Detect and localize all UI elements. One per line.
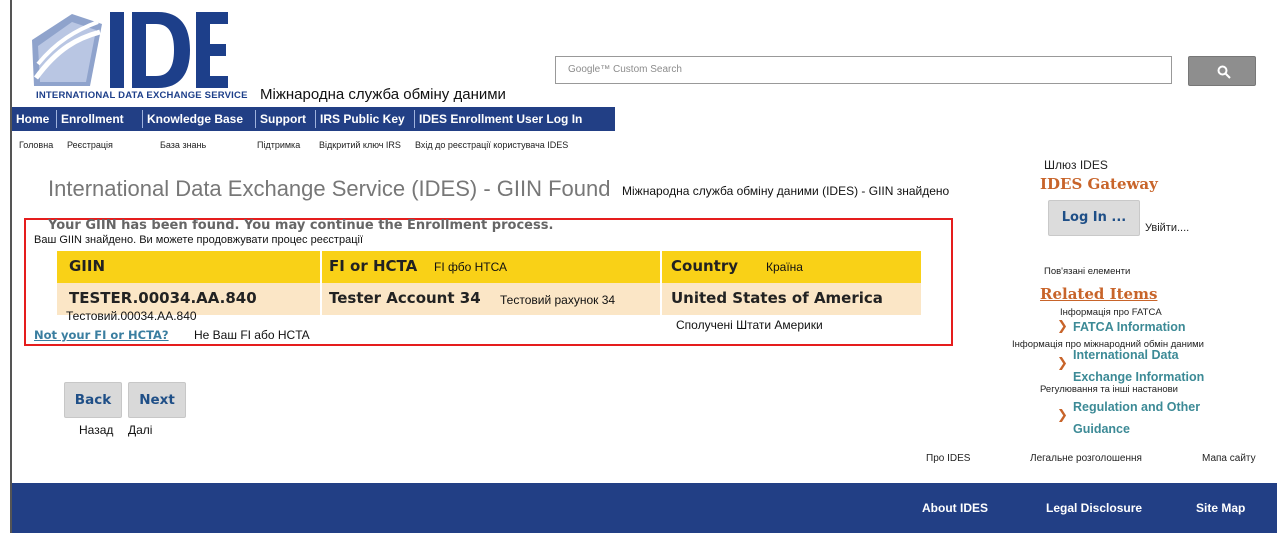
nav-separator <box>142 110 143 128</box>
gateway-title-translation: Шлюз IDES <box>1044 158 1108 172</box>
page-title-translation: Міжнародна служба обміну даними (IDES) -… <box>622 184 950 198</box>
related-items-title: Related Items <box>1040 285 1158 303</box>
search-placeholder: Google™ Custom Search <box>568 64 682 75</box>
chevron-right-icon: ❯ <box>1057 319 1068 334</box>
nav-separator <box>56 110 57 128</box>
nav-ides-enrollment-login[interactable]: IDES Enrollment User Log In <box>419 107 582 131</box>
found-message: Your GIIN has been found. You may contin… <box>48 218 554 233</box>
regulation-link-line2[interactable]: Guidance <box>1073 422 1130 436</box>
next-button[interactable]: Next <box>128 382 186 418</box>
not-your-fi-link[interactable]: Not your FI or HCTA? <box>34 328 169 342</box>
ides-logo[interactable] <box>28 8 240 100</box>
header-country-translation: Країна <box>766 260 803 274</box>
nav-irs-public-key[interactable]: IRS Public Key <box>320 107 405 131</box>
regulation-link[interactable]: Regulation and Other <box>1073 400 1200 414</box>
next-button-translation: Далі <box>128 423 153 437</box>
nav-enrollment-translation: Реєстрація <box>67 140 113 150</box>
login-button-translation: Увійти.... <box>1145 222 1190 234</box>
nav-support-translation: Підтримка <box>257 140 301 150</box>
nav-home[interactable]: Home <box>16 107 49 131</box>
about-ides-translation: Про IDES <box>926 453 971 464</box>
nav-enrollment[interactable]: Enrollment <box>61 107 124 131</box>
header-fi-hcta: FI or HCTA <box>329 257 418 275</box>
logo-subtitle: INTERNATIONAL DATA EXCHANGE SERVICE <box>36 90 248 101</box>
site-map-translation: Мапа сайту <box>1202 453 1256 464</box>
gateway-title: IDES Gateway <box>1040 175 1158 193</box>
column-separator <box>660 251 662 315</box>
main-nav: Home Enrollment Knowledge Base Support I… <box>12 107 615 131</box>
country-value-translation: Сполучені Штати Америки <box>676 318 823 332</box>
legal-disclosure-translation: Легальне розголошення <box>1030 453 1142 464</box>
header-fi-hcta-translation: FI фбо НТСА <box>434 260 508 274</box>
header-country: Country <box>671 257 739 275</box>
back-button[interactable]: Back <box>64 382 122 418</box>
ides-logo-graphic <box>32 12 228 88</box>
nav-separator <box>414 110 415 128</box>
chevron-right-icon: ❯ <box>1057 408 1068 423</box>
login-button[interactable]: Log In ... <box>1048 200 1140 236</box>
search-input[interactable]: Google™ Custom Search <box>555 56 1172 84</box>
nav-irs-public-key-translation: Відкритий ключ IRS <box>319 140 401 150</box>
not-your-fi-translation: Не Ваш FI або HCTA <box>194 328 310 342</box>
giin-value: TESTER.00034.AA.840 <box>69 289 257 307</box>
fatca-info-translation: Інформація про FATCA <box>1060 307 1162 318</box>
intl-data-link[interactable]: International Data <box>1073 348 1179 362</box>
search-button[interactable] <box>1188 56 1256 86</box>
search-icon <box>1217 65 1231 79</box>
back-button-translation: Назад <box>79 423 114 437</box>
logo-subtitle-translation: Міжнародна служба обміну даними <box>260 86 506 103</box>
footer-legal-disclosure-link[interactable]: Legal Disclosure <box>1046 501 1142 515</box>
fi-hcta-value: Tester Account 34 <box>329 289 481 307</box>
nav-support[interactable]: Support <box>260 107 306 131</box>
related-title-translation: Пов'язані елементи <box>1044 266 1131 277</box>
giin-value-translation: Тестовий.00034.AA.840 <box>66 309 197 323</box>
nav-knowledge-base[interactable]: Knowledge Base <box>147 107 243 131</box>
fi-hcta-value-translation: Тестовий рахунок 34 <box>500 293 616 307</box>
nav-knowledge-base-translation: База знань <box>160 140 207 150</box>
regulation-translation: Регулювання та інші настанови <box>1040 384 1178 395</box>
nav-ides-login-translation: Вхід до реєстрації користувача IDES <box>415 140 569 150</box>
fatca-info-link[interactable]: FATCA Information <box>1073 320 1186 334</box>
footer-bar: About IDES Legal Disclosure Site Map <box>12 483 1277 533</box>
column-separator <box>320 251 322 315</box>
intl-data-link-line2[interactable]: Exchange Information <box>1073 370 1204 384</box>
page-title: International Data Exchange Service (IDE… <box>48 176 611 201</box>
chevron-right-icon: ❯ <box>1057 356 1068 371</box>
country-value: United States of America <box>671 289 883 307</box>
nav-separator <box>315 110 316 128</box>
nav-home-translation: Головна <box>19 140 54 150</box>
header-giin: GIIN <box>69 257 106 275</box>
footer-about-ides-link[interactable]: About IDES <box>922 501 988 515</box>
found-message-translation: Ваш GIIN знайдено. Ви можете продовжуват… <box>34 234 364 246</box>
nav-separator <box>255 110 256 128</box>
footer-site-map-link[interactable]: Site Map <box>1196 501 1245 515</box>
